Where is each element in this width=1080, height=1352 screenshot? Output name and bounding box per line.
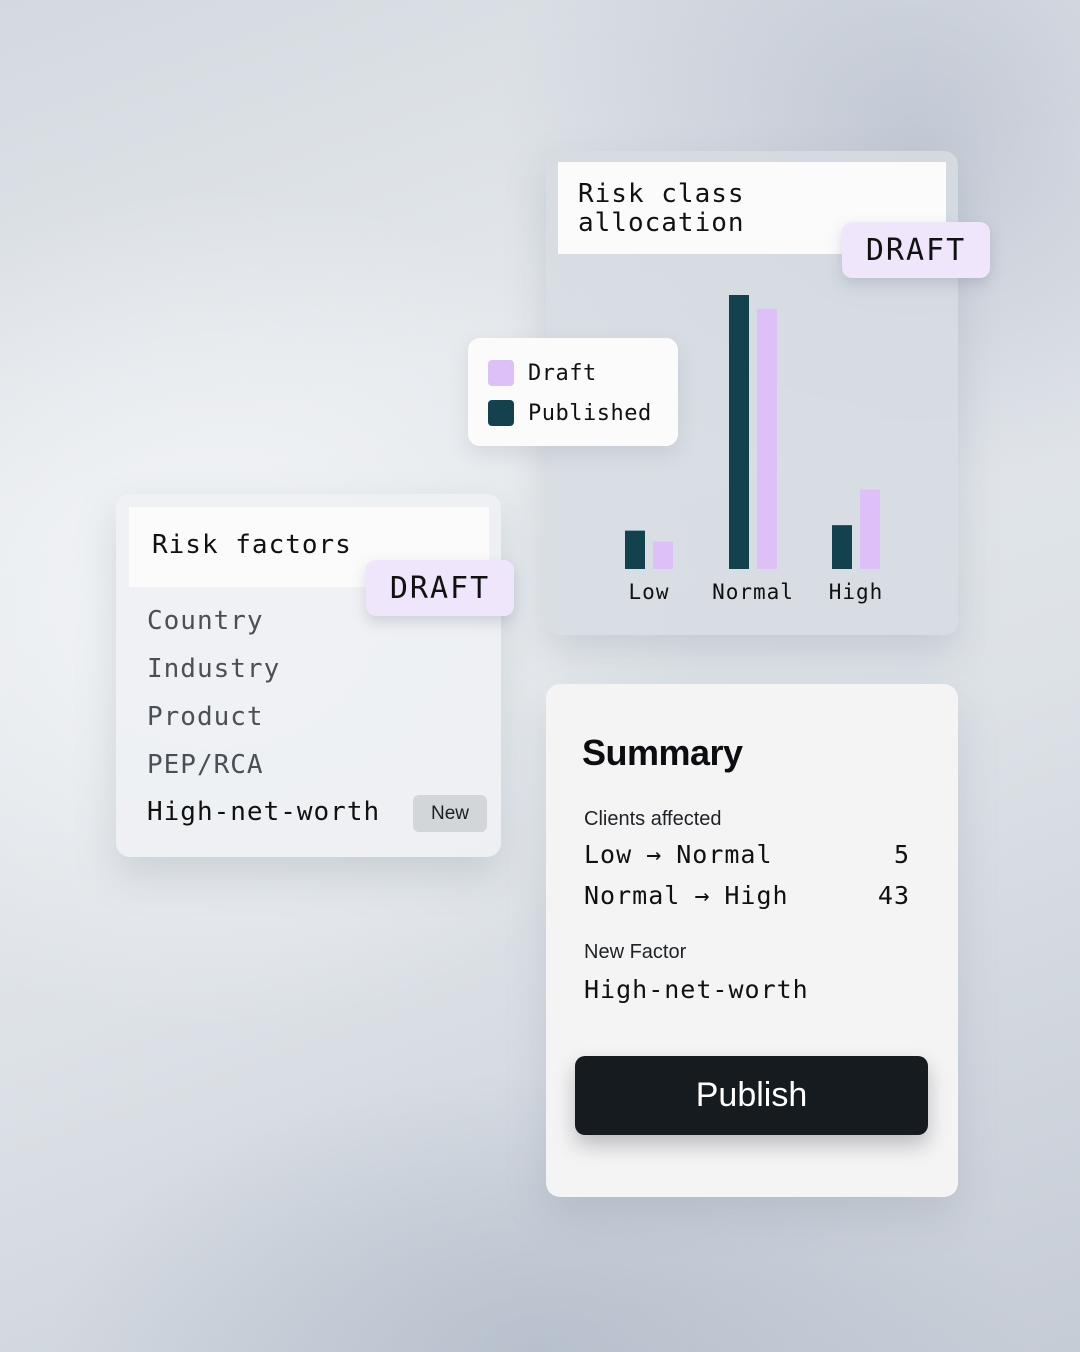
transition-from: Normal [584,881,681,910]
factor-item-pep-rca[interactable]: PEP/RCA [147,750,264,780]
factor-item-high-net-worth[interactable]: High-net-worth [147,797,380,827]
bar-published-high [832,525,852,569]
transition-to: Normal [676,840,773,869]
draft-swatch [488,360,514,386]
legend-label-published: Published [528,400,652,426]
x-tick-label-normal: Normal [712,580,794,604]
bar-published-normal [729,295,749,569]
new-factor-value-row: High-net-worth [584,975,910,1004]
client-count: 5 [893,840,910,869]
bar-draft-low [653,541,673,569]
legend-item-published: Published [488,400,652,426]
legend-label-draft: Draft [528,360,597,386]
summary-card: Summary Clients affected Low → Normal 5 No… [546,684,958,1197]
published-swatch [488,400,514,426]
factor-item-country[interactable]: Country [147,606,264,636]
summary-row-low-normal: Low → Normal 5 [584,840,910,869]
arrow-right-icon: → [694,881,711,910]
arrow-right-icon: → [646,840,663,869]
new-factor-value: High-net-worth [584,975,809,1004]
allocation-draft-badge: DRAFT [842,222,990,278]
new-factor-label: New Factor [584,941,687,963]
x-tick-label-low: Low [629,580,670,604]
clients-affected-label: Clients affected [584,808,722,830]
bar-published-low [625,530,645,569]
factors-draft-badge: DRAFT [366,560,514,616]
client-count: 43 [877,881,910,910]
new-badge: New [413,795,487,832]
factor-item-industry[interactable]: Industry [147,654,280,684]
transition: Normal → High [584,881,789,910]
bar-draft-high [860,489,880,569]
risk-factors-card: Risk factors Country Industry Product PE… [116,494,501,857]
summary-row-normal-high: Normal → High 43 [584,881,910,910]
legend-item-draft: Draft [488,360,597,386]
factor-item-product[interactable]: Product [147,702,264,732]
bar-draft-normal [757,308,777,569]
transition-from: Low [584,840,633,869]
summary-title: Summary [582,732,743,773]
factors-title: Risk factors [152,530,352,560]
transition-to: High [724,881,789,910]
transition: Low → Normal [584,840,773,869]
publish-button[interactable]: Publish [575,1056,928,1135]
x-tick-label-high: High [829,580,884,604]
chart-legend: Draft Published [468,338,678,446]
